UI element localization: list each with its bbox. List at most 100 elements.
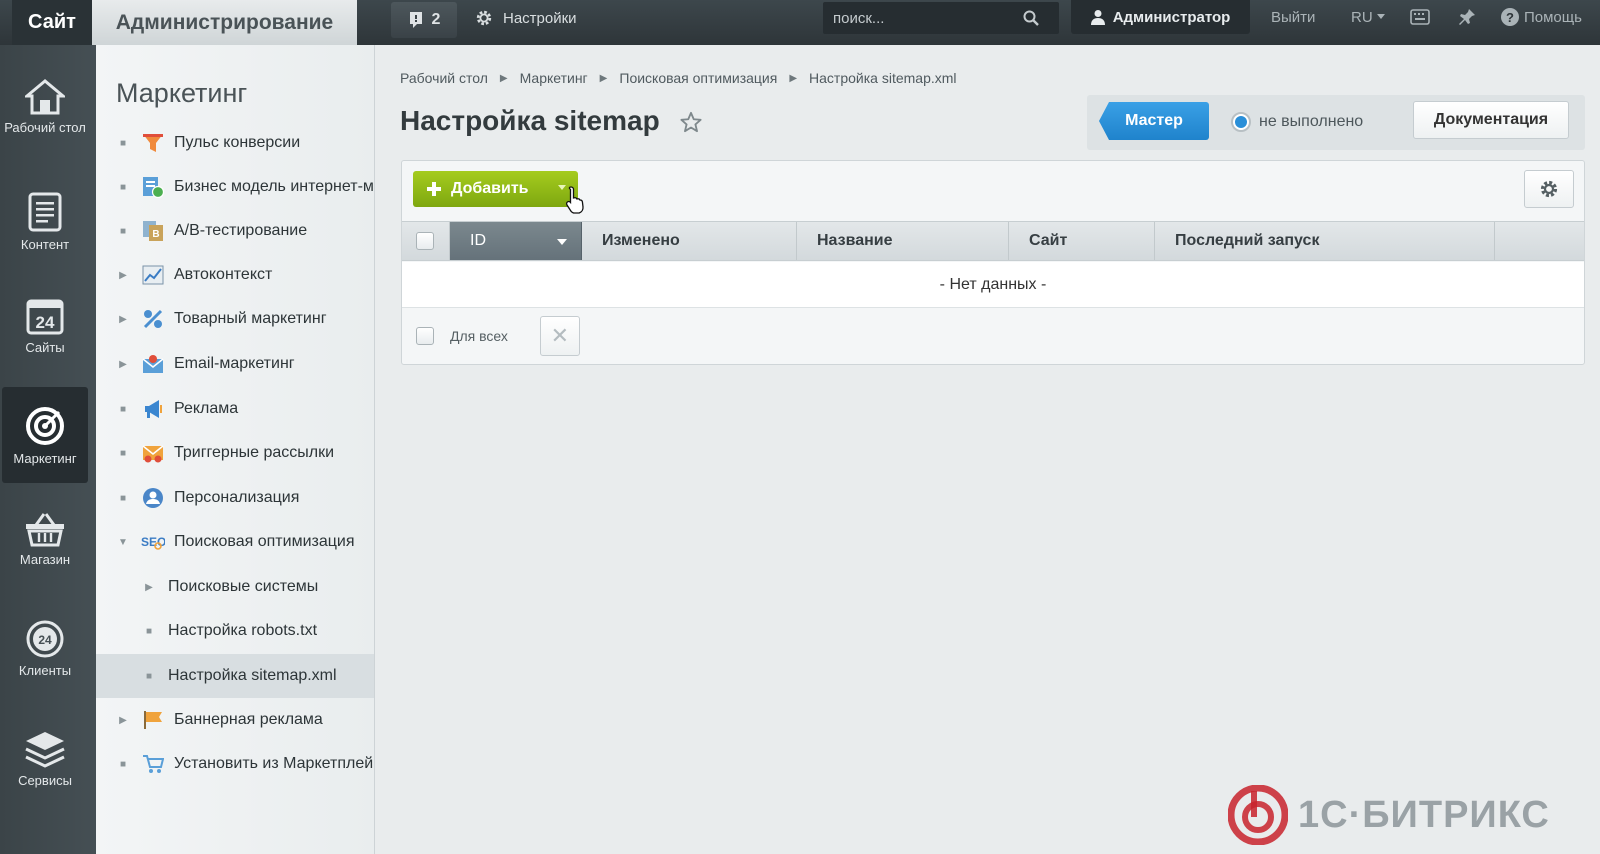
admin-tab[interactable]: Администрирование xyxy=(92,0,357,45)
help-link[interactable]: ? Помощь xyxy=(1500,0,1582,34)
menu-item-seo[interactable]: ▼ SEO Поисковая оптимизация xyxy=(96,520,374,564)
menu-item-trigger-mailings[interactable]: ■ Триггерные рассылки xyxy=(96,431,374,475)
menu-item-label: Автоконтекст xyxy=(174,266,273,283)
menu-item-conversion-pulse[interactable]: ■ Пульс конверсии xyxy=(96,121,374,165)
arrow-right-icon[interactable]: ▶ xyxy=(116,314,130,325)
documentation-button[interactable]: Документация xyxy=(1413,101,1569,139)
menu-item-autocontext[interactable]: ▶ Автоконтекст xyxy=(96,253,374,297)
wizard-button[interactable]: Мастер xyxy=(1099,102,1209,140)
delete-button[interactable]: ✕ xyxy=(539,316,580,356)
rail-item-sites[interactable]: 24 Сайты xyxy=(2,277,88,373)
arrow-down-icon[interactable]: ▼ xyxy=(116,537,130,548)
bullet-icon: ■ xyxy=(119,492,127,504)
keyboard-icon[interactable] xyxy=(1408,6,1432,28)
rail-item-marketing[interactable]: Маркетинг xyxy=(2,387,88,483)
user-name: Администратор xyxy=(1112,8,1231,26)
star-icon[interactable] xyxy=(680,111,702,133)
add-button-label: Добавить xyxy=(451,180,529,197)
language-switch[interactable]: RU xyxy=(1351,0,1385,34)
notifications-button[interactable]: 2 xyxy=(391,2,457,38)
settings-button[interactable]: Настройки xyxy=(475,0,577,36)
breadcrumb-item[interactable]: Поисковая оптимизация xyxy=(619,70,777,86)
target-icon xyxy=(26,406,64,445)
add-button[interactable]: Добавить xyxy=(413,171,578,207)
clients-24-icon: 24 xyxy=(26,620,64,657)
menu-item-label: Персонализация xyxy=(174,489,300,506)
arrow-right-icon[interactable]: ▶ xyxy=(116,715,130,726)
user-menu[interactable]: Администратор xyxy=(1071,0,1250,34)
breadcrumb-separator-icon: ▶ xyxy=(789,72,798,84)
menu-item-email-marketing[interactable]: ▶ Email-маркетинг xyxy=(96,342,374,386)
menu-item-personalization[interactable]: ■ Персонализация xyxy=(96,476,374,520)
column-label: Последний запуск xyxy=(1175,232,1320,249)
ab-test-icon: B xyxy=(140,220,166,242)
wizard-status: не выполнено xyxy=(1231,103,1363,141)
house-icon xyxy=(25,78,65,114)
svg-text:24: 24 xyxy=(38,633,52,647)
for-all-label: Для всех xyxy=(450,328,508,344)
column-header-extra xyxy=(1495,222,1570,260)
status-radio-icon xyxy=(1231,112,1251,132)
bullet-icon: ■ xyxy=(145,625,153,637)
menu-item-label: Email-маркетинг xyxy=(174,355,295,372)
rail-item-services[interactable]: Сервисы xyxy=(2,710,88,806)
search-icon[interactable] xyxy=(1023,10,1039,26)
calendar-24-icon: 24 xyxy=(26,299,64,334)
column-header-name[interactable]: Название xyxy=(797,222,1009,260)
grid-settings-button[interactable] xyxy=(1524,170,1574,208)
breadcrumb-item[interactable]: Маркетинг xyxy=(520,70,588,86)
for-all-checkbox[interactable] xyxy=(416,327,434,345)
notification-icon xyxy=(409,12,422,28)
menu-item-label: Поисковая оптимизация xyxy=(174,533,355,550)
column-header-site[interactable]: Сайт xyxy=(1009,222,1155,260)
menu-item-robots-txt[interactable]: ■ Настройка robots.txt xyxy=(96,609,374,653)
rail-item-shop[interactable]: Магазин xyxy=(2,490,88,586)
brand-logo: 1С·БИТРИКС xyxy=(1228,785,1550,845)
breadcrumb-item[interactable]: Настройка sitemap.xml xyxy=(809,70,957,86)
search-input[interactable] xyxy=(833,9,1023,27)
menu-item-marketplace[interactable]: ■ Установить из Маркетплей xyxy=(96,742,374,786)
rail-label: Сайты xyxy=(25,339,65,355)
arrow-right-icon[interactable]: ▶ xyxy=(116,270,130,281)
person-icon xyxy=(140,487,166,509)
help-label: Помощь xyxy=(1524,8,1582,26)
chart-icon xyxy=(140,264,166,286)
bullet-icon: ■ xyxy=(119,181,127,193)
document-icon xyxy=(28,192,62,231)
chevron-down-icon xyxy=(1376,14,1385,19)
menu-item-ab-testing[interactable]: ■ B A/B-тестирование xyxy=(96,209,374,253)
pin-icon[interactable] xyxy=(1455,6,1479,28)
empty-state: - Нет данных - xyxy=(402,262,1584,308)
select-all-checkbox[interactable] xyxy=(416,232,434,250)
column-label: ID xyxy=(470,232,486,249)
funnel-icon xyxy=(140,132,166,154)
menu-item-advertising[interactable]: ■ Реклама xyxy=(96,387,374,431)
site-tab[interactable]: Сайт xyxy=(12,0,92,45)
column-header-id[interactable]: ID xyxy=(450,222,582,260)
language-label: RU xyxy=(1351,8,1373,26)
arrow-right-icon[interactable]: ▶ xyxy=(142,582,156,593)
menu-item-search-engines[interactable]: ▶ Поисковые системы xyxy=(96,565,374,609)
rail-item-desktop[interactable]: Рабочий стол xyxy=(2,58,88,154)
column-label: Сайт xyxy=(1029,232,1068,249)
menu-item-product-marketing[interactable]: ▶ Товарный маркетинг xyxy=(96,297,374,341)
column-header-modified[interactable]: Изменено xyxy=(582,222,797,260)
trigger-mail-icon xyxy=(140,442,166,464)
rail-item-content[interactable]: Контент xyxy=(2,173,88,269)
menu-item-banner-ads[interactable]: ▶ Баннерная реклама xyxy=(96,698,374,742)
menu-item-business-model[interactable]: ■ Бизнес модель интернет-м xyxy=(96,165,374,209)
logout-link[interactable]: Выйти xyxy=(1271,0,1315,34)
column-header-last-run[interactable]: Последний запуск xyxy=(1155,222,1495,260)
menu-item-label: Триггерные рассылки xyxy=(174,444,335,461)
menu-item-label: Бизнес модель интернет-м xyxy=(174,178,374,195)
percent-icon xyxy=(140,308,166,330)
rail-item-clients[interactable]: 24 Клиенты xyxy=(2,600,88,696)
main-navigation-rail: Рабочий стол Контент 24 Сайты Маркетинг … xyxy=(0,45,96,854)
plus-icon xyxy=(427,182,441,196)
arrow-right-icon[interactable]: ▶ xyxy=(116,359,130,370)
breadcrumb-item[interactable]: Рабочий стол xyxy=(400,70,488,86)
menu-item-sitemap-xml[interactable]: ■ Настройка sitemap.xml xyxy=(96,654,374,698)
notifications-count: 2 xyxy=(431,11,441,28)
business-model-icon xyxy=(140,176,166,198)
gear-icon xyxy=(476,10,492,26)
